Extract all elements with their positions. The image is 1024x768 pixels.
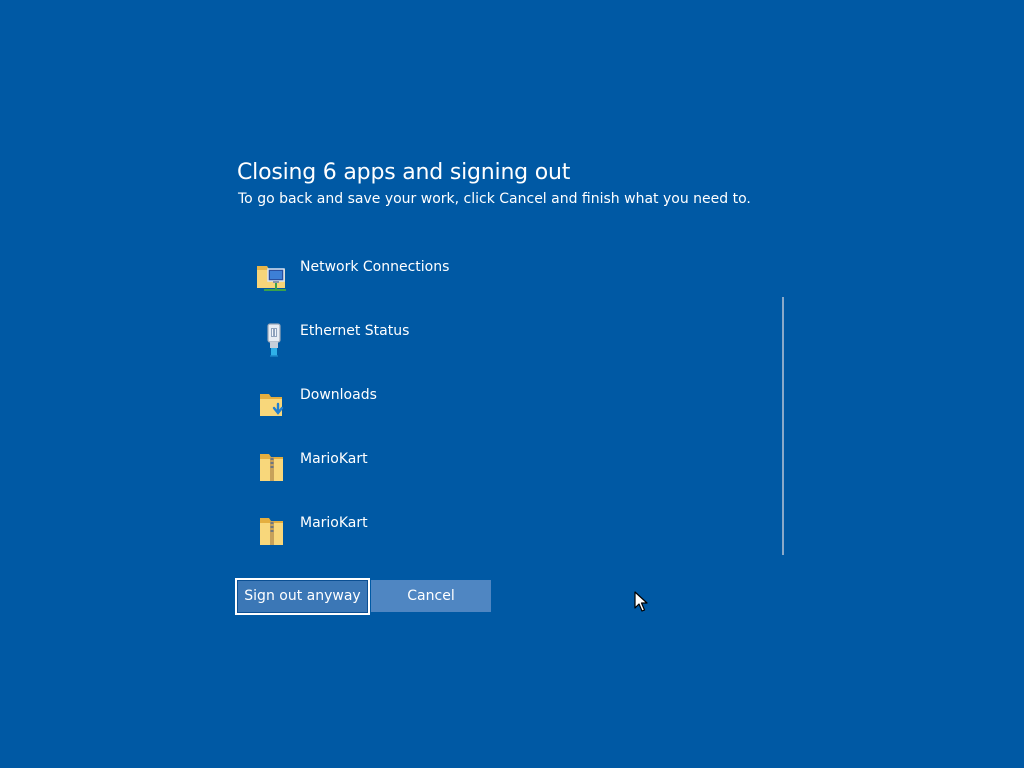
mouse-pointer-icon bbox=[634, 591, 648, 613]
list-item: Downloads bbox=[250, 378, 780, 442]
app-label: Ethernet Status bbox=[300, 323, 410, 339]
app-label: MarioKart bbox=[300, 515, 368, 531]
list-item: Network Connections bbox=[250, 250, 780, 314]
sign-out-anyway-button[interactable]: Sign out anyway bbox=[235, 578, 370, 615]
list-item: Ethernet Status bbox=[250, 314, 780, 378]
downloads-folder-icon bbox=[256, 384, 288, 420]
app-label: MarioKart bbox=[300, 451, 368, 467]
zip-folder-icon bbox=[256, 448, 288, 484]
list-item: MarioKart bbox=[250, 506, 780, 555]
app-list-scrollbar[interactable] bbox=[782, 297, 784, 555]
sign-out-screen: Closing 6 apps and signing out To go bac… bbox=[0, 0, 1024, 768]
cancel-button[interactable]: Cancel bbox=[371, 580, 491, 612]
ethernet-status-icon bbox=[256, 320, 288, 357]
app-label: Downloads bbox=[300, 387, 377, 403]
dialog-title: Closing 6 apps and signing out bbox=[237, 160, 571, 185]
dialog-subtitle: To go back and save your work, click Can… bbox=[238, 191, 751, 207]
app-label: Network Connections bbox=[300, 259, 450, 275]
network-connections-icon bbox=[256, 256, 288, 292]
zip-folder-icon bbox=[256, 512, 288, 548]
list-item: MarioKart bbox=[250, 442, 780, 506]
open-apps-list[interactable]: Network Connections Ethernet Status Down… bbox=[250, 250, 780, 555]
